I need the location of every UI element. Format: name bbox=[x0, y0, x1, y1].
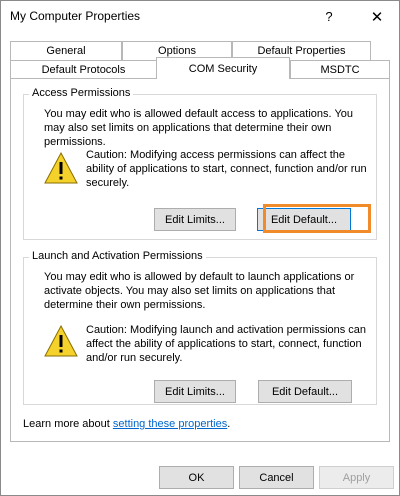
learn-more-text: Learn more about setting these propertie… bbox=[23, 418, 230, 430]
learn-more-suffix: . bbox=[227, 418, 231, 430]
tab-panel-com-security: Access Permissions You may edit who is a… bbox=[10, 78, 390, 442]
launch-permissions-group: Launch and Activation Permissions You ma… bbox=[23, 250, 377, 405]
access-edit-limits-button[interactable]: Edit Limits... bbox=[154, 208, 236, 231]
warning-icon bbox=[44, 325, 78, 357]
tab-default-protocols[interactable]: Default Protocols bbox=[10, 60, 157, 79]
apply-button[interactable]: Apply bbox=[319, 466, 394, 489]
launch-edit-limits-button[interactable]: Edit Limits... bbox=[154, 380, 236, 403]
close-button[interactable]: ✕ bbox=[355, 1, 399, 32]
ok-button[interactable]: OK bbox=[159, 466, 234, 489]
properties-dialog: My Computer Properties ? ✕ General Optio… bbox=[0, 0, 400, 496]
window-title: My Computer Properties bbox=[10, 9, 141, 23]
warning-icon bbox=[44, 152, 78, 184]
learn-more-prefix: Learn more about bbox=[23, 418, 113, 430]
launch-edit-default-button[interactable]: Edit Default... bbox=[258, 380, 352, 403]
access-caution: Caution: Modifying access permissions ca… bbox=[86, 149, 367, 189]
launch-description: You may edit who is allowed by default t… bbox=[44, 271, 355, 311]
focus-highlight bbox=[263, 204, 371, 233]
launch-caution: Caution: Modifying launch and activation… bbox=[86, 324, 367, 364]
tab-com-security[interactable]: COM Security bbox=[156, 57, 290, 79]
help-button[interactable]: ? bbox=[307, 1, 351, 32]
access-description: You may edit who is allowed default acce… bbox=[44, 108, 354, 148]
learn-more-link[interactable]: setting these properties bbox=[113, 418, 227, 430]
tab-msdtc[interactable]: MSDTC bbox=[290, 60, 390, 79]
access-permissions-legend: Access Permissions bbox=[29, 87, 134, 99]
tab-general[interactable]: General bbox=[10, 41, 122, 60]
title-bar: My Computer Properties ? ✕ bbox=[1, 1, 399, 32]
cancel-button[interactable]: Cancel bbox=[239, 466, 314, 489]
launch-permissions-legend: Launch and Activation Permissions bbox=[29, 250, 206, 262]
